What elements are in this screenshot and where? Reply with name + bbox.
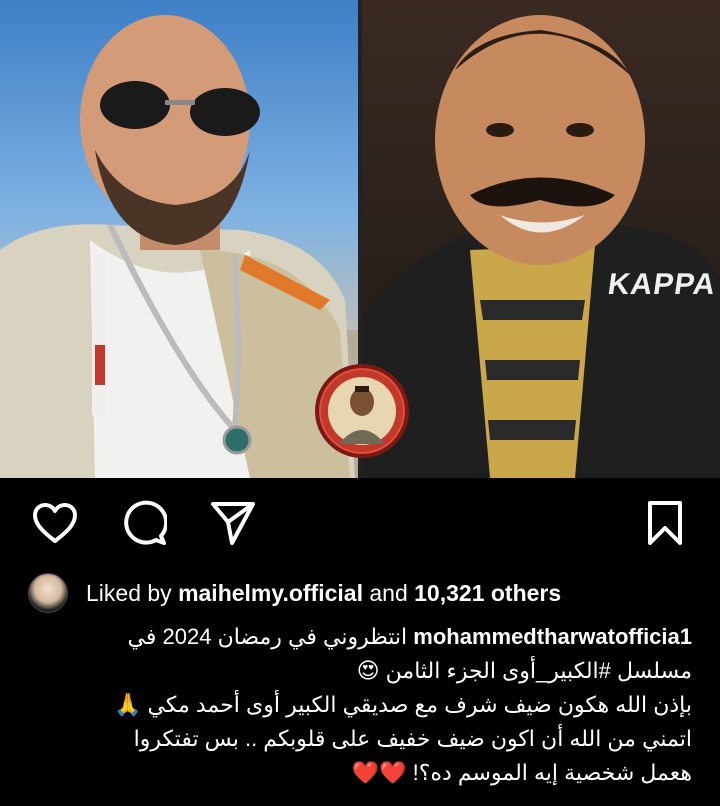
- post-caption: mohammedtharwatofficia1 انتظروني في رمضا…: [20, 620, 692, 790]
- like-button[interactable]: [32, 500, 78, 546]
- caption-text-1: انتظروني في رمضان 2024 في: [127, 624, 408, 649]
- left-portrait-image: [0, 0, 360, 478]
- likes-prefix: Liked by: [86, 580, 172, 606]
- comment-bubble-icon: [124, 500, 167, 545]
- paper-plane-icon: [211, 502, 255, 545]
- caption-line-4: اتمني من الله أن اكون ضيف خفيف على قلوبك…: [133, 726, 692, 751]
- share-button[interactable]: [210, 500, 256, 546]
- action-bar: [0, 478, 720, 568]
- brand-label: KAPPA: [605, 268, 719, 301]
- caption-line-5: هعمل شخصية إيه الموسم ده؟! ❤️❤️: [351, 760, 692, 785]
- heart-outline-icon: [33, 503, 77, 543]
- bookmark-icon: [648, 501, 682, 545]
- caption-line-2: مسلسل #الكبير_أوى الجزء الثامن 😍: [356, 658, 692, 683]
- likes-summary: Liked by maihelmy.official and 10,321 ot…: [28, 573, 561, 613]
- right-portrait-image: KAPPA: [360, 0, 720, 478]
- liker-avatar[interactable]: [28, 573, 68, 613]
- save-button[interactable]: [642, 500, 688, 546]
- caption-username[interactable]: mohammedtharwatofficia1: [413, 624, 692, 649]
- caption-line-3: بإذن الله هكون ضيف شرف مع صديقي الكبير أ…: [114, 692, 692, 717]
- likes-count[interactable]: 10,321 others: [414, 574, 561, 612]
- caption-line-1: mohammedtharwatofficia1 انتظروني في رمضا…: [20, 620, 692, 654]
- post-image[interactable]: KAPPA: [0, 0, 720, 478]
- liker-username[interactable]: maihelmy.official: [178, 574, 363, 612]
- comment-button[interactable]: [121, 500, 167, 546]
- likes-connector: and: [369, 580, 408, 606]
- profile-badge-icon[interactable]: [315, 364, 409, 458]
